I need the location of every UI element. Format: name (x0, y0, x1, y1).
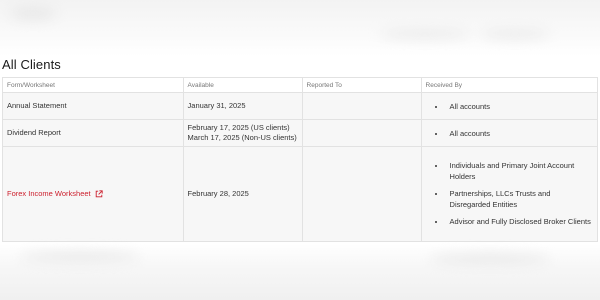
list-item: Advisor and Fully Disclosed Broker Clien… (446, 216, 593, 227)
cell-received-by: Individuals and Primary Joint Account Ho… (420, 146, 599, 242)
list-item: All accounts (446, 101, 593, 112)
table-row: Dividend Report February 17, 2025 (US cl… (2, 119, 599, 147)
header-reported-to: Reported To (301, 77, 422, 93)
available-date: January 31, 2025 (187, 101, 246, 110)
form-name: Annual Statement (7, 101, 67, 110)
forex-income-worksheet-link[interactable]: Forex Income Worksheet (7, 189, 103, 199)
available-date: February 28, 2025 (187, 189, 249, 198)
header-received-by: Received By (420, 77, 599, 93)
form-name: Dividend Report (7, 128, 61, 137)
table-row: Annual Statement January 31, 2025 All ac… (2, 92, 599, 120)
cell-reported-to (301, 146, 422, 242)
section-title: All Clients (2, 57, 61, 72)
list-item: All accounts (446, 128, 593, 139)
form-link-label: Forex Income Worksheet (7, 189, 91, 198)
cell-form: Forex Income Worksheet (2, 146, 184, 242)
cell-reported-to (301, 119, 422, 147)
cell-available: February 17, 2025 (US clients) March 17,… (182, 119, 303, 147)
available-date: March 17, 2025 (Non-US clients) (187, 133, 297, 142)
cell-available: February 28, 2025 (182, 146, 303, 242)
table-header-row: Form/Worksheet Available Reported To Rec… (2, 77, 599, 93)
cell-available: January 31, 2025 (182, 92, 303, 120)
list-item: Partnerships, LLCs Trusts and Disregarde… (446, 188, 593, 210)
cell-received-by: All accounts (420, 119, 599, 147)
blurred-footer-region (0, 244, 600, 300)
table-row: Forex Income Worksheet February 28, 2025 (2, 146, 599, 242)
external-link-icon (95, 190, 103, 198)
cell-form: Dividend Report (2, 119, 184, 147)
header-available: Available (182, 77, 303, 93)
header-form-worksheet: Form/Worksheet (2, 77, 184, 93)
page: All Clients Form/Worksheet Available Rep… (0, 0, 600, 300)
blurred-header-region (0, 0, 600, 56)
cell-reported-to (301, 92, 422, 120)
forms-table: Form/Worksheet Available Reported To Rec… (2, 77, 599, 242)
list-item: Individuals and Primary Joint Account Ho… (446, 160, 593, 182)
cell-received-by: All accounts (420, 92, 599, 120)
cell-form: Annual Statement (2, 92, 184, 120)
available-date: February 17, 2025 (US clients) (187, 123, 290, 132)
